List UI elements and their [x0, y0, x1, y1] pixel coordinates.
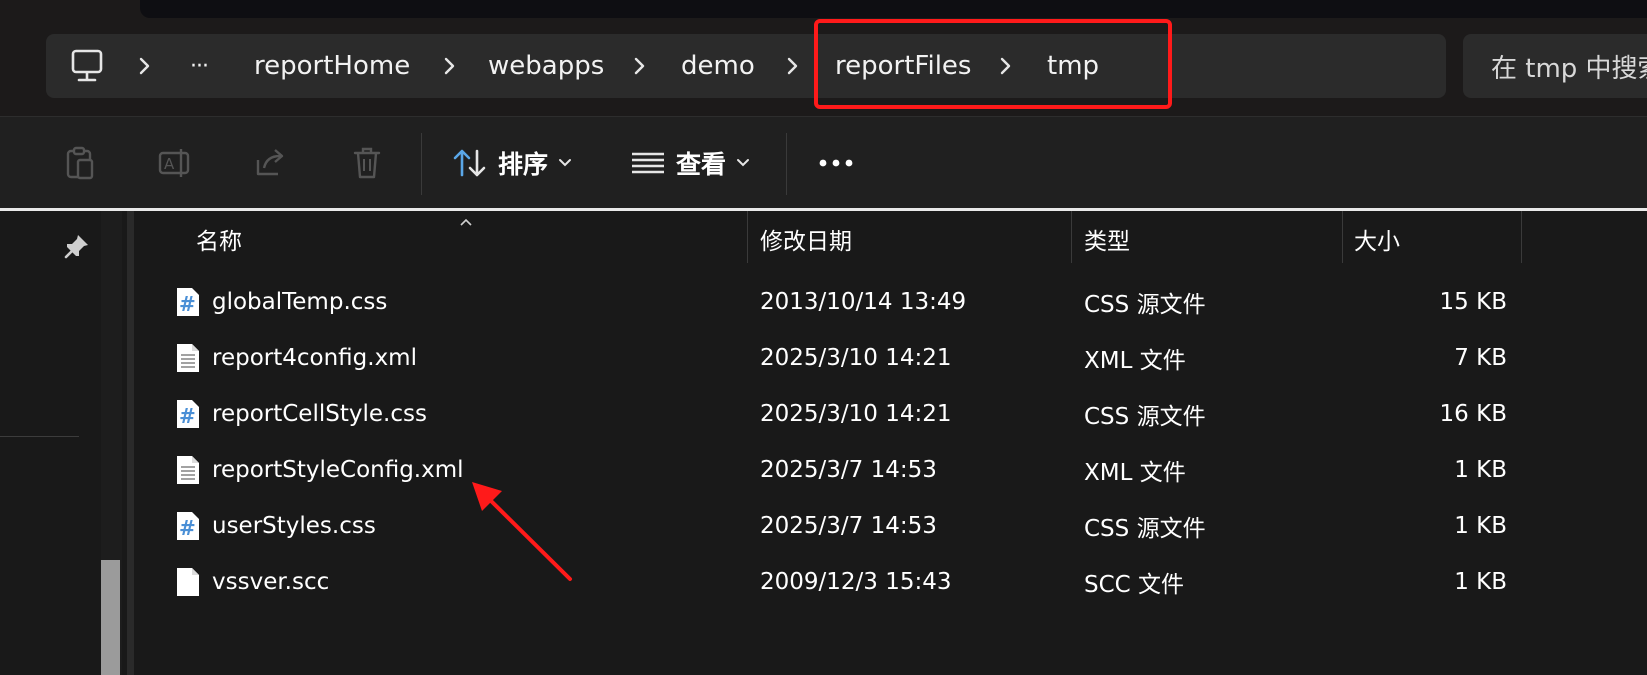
column-divider[interactable] [1071, 211, 1072, 263]
file-name: vssver.scc [212, 569, 330, 595]
css-file-icon: # [175, 287, 201, 317]
xml-file-icon [175, 455, 201, 485]
file-name: userStyles.css [212, 513, 376, 539]
file-row[interactable]: # reportCellStyle.css 2025/3/10 14:21 CS… [175, 386, 1515, 442]
chevron-down-icon [737, 159, 750, 167]
sort-indicator-icon [459, 211, 473, 230]
svg-text:#: # [179, 516, 196, 540]
file-row[interactable]: vssver.scc 2009/12/3 15:43 SCC 文件 1 KB [175, 554, 1515, 610]
file-size: 15 KB [1439, 289, 1507, 315]
breadcrumb-reportfiles[interactable]: reportFiles [835, 34, 971, 98]
breadcrumb-reporthome[interactable]: reportHome [254, 34, 410, 98]
column-divider[interactable] [747, 211, 748, 263]
view-button[interactable]: 查看 [630, 117, 750, 209]
sort-label: 排序 [498, 150, 549, 179]
toolbar-divider [421, 133, 422, 195]
search-input[interactable]: 在 tmp 中搜索 [1463, 34, 1647, 98]
file-name: reportCellStyle.css [212, 401, 427, 427]
file-type: CSS 源文件 [1084, 404, 1206, 430]
xml-file-icon [175, 343, 201, 373]
file-type: CSS 源文件 [1084, 292, 1206, 318]
blank-file-icon [175, 567, 201, 597]
file-size: 16 KB [1439, 401, 1507, 427]
file-type: SCC 文件 [1084, 572, 1185, 598]
annotation-arrow [472, 482, 572, 581]
column-header-size[interactable]: 大小 [1354, 211, 1400, 267]
pane-splitter[interactable] [127, 211, 134, 675]
file-modified: 2025/3/10 14:21 [760, 345, 952, 371]
address-bar[interactable]: ··· reportHome webapps demo reportFiles … [46, 34, 1446, 98]
file-name: report4config.xml [212, 345, 417, 371]
file-size: 1 KB [1454, 457, 1507, 483]
search-placeholder: 在 tmp 中搜索 [1491, 53, 1647, 84]
css-file-icon: # [175, 511, 201, 541]
breadcrumb-tmp[interactable]: tmp [1047, 34, 1099, 98]
file-modified: 2009/12/3 15:43 [760, 569, 952, 595]
file-size: 1 KB [1454, 513, 1507, 539]
css-file-icon: # [175, 399, 201, 429]
column-header-name[interactable]: 名称 [196, 211, 242, 267]
chevron-right-icon[interactable] [632, 34, 646, 98]
this-pc-icon[interactable] [70, 48, 104, 84]
file-modified: 2025/3/7 14:53 [760, 457, 937, 483]
column-divider[interactable] [1521, 211, 1522, 263]
window-title-strip [140, 0, 1647, 18]
file-row[interactable]: reportStyleConfig.xml 2025/3/7 14:53 XML… [175, 442, 1515, 498]
chevron-right-icon[interactable] [137, 34, 151, 98]
chevron-right-icon[interactable] [998, 34, 1012, 98]
file-type: XML 文件 [1084, 348, 1186, 374]
svg-text:#: # [179, 404, 196, 428]
file-modified: 2013/10/14 13:49 [760, 289, 967, 315]
sort-button[interactable]: 排序 [452, 117, 572, 209]
file-type: CSS 源文件 [1084, 516, 1206, 542]
breadcrumb-demo[interactable]: demo [681, 34, 755, 98]
column-header-type[interactable]: 类型 [1084, 211, 1130, 267]
file-type: XML 文件 [1084, 460, 1186, 486]
file-name: globalTemp.css [212, 289, 388, 315]
file-row[interactable]: report4config.xml 2025/3/10 14:21 XML 文件… [175, 330, 1515, 386]
file-size: 7 KB [1454, 345, 1507, 371]
breadcrumb-overflow[interactable]: ··· [190, 34, 209, 98]
file-modified: 2025/3/7 14:53 [760, 513, 937, 539]
command-bar: A 排序 查看 [0, 116, 1647, 209]
file-modified: 2025/3/10 14:21 [760, 401, 952, 427]
file-size: 1 KB [1454, 569, 1507, 595]
column-divider[interactable] [1342, 211, 1343, 263]
column-header-modified[interactable]: 修改日期 [760, 211, 852, 267]
pin-icon[interactable] [64, 233, 90, 263]
nav-scrollbar[interactable] [101, 211, 122, 675]
svg-text:#: # [179, 292, 196, 316]
file-row[interactable]: # userStyles.css 2025/3/7 14:53 CSS 源文件 … [175, 498, 1515, 554]
more-options-button[interactable] [818, 117, 854, 209]
chevron-right-icon[interactable] [442, 34, 456, 98]
file-name: reportStyleConfig.xml [212, 457, 464, 483]
nav-divider [0, 436, 79, 437]
rename-icon[interactable]: A [158, 117, 192, 209]
more-icon [819, 159, 853, 167]
view-label: 查看 [676, 150, 727, 179]
svg-text:A: A [164, 155, 175, 173]
nav-scrollbar-thumb[interactable] [101, 560, 120, 675]
file-row[interactable]: # globalTemp.css 2013/10/14 13:49 CSS 源文… [175, 274, 1515, 330]
share-icon[interactable] [254, 117, 288, 209]
paste-icon[interactable] [64, 117, 96, 209]
view-icon [632, 152, 664, 174]
delete-icon[interactable] [352, 117, 382, 209]
breadcrumb-webapps[interactable]: webapps [488, 34, 604, 98]
chevron-right-icon[interactable] [785, 34, 799, 98]
toolbar-divider [786, 133, 787, 195]
chevron-down-icon [559, 159, 572, 167]
sort-icon [453, 149, 486, 177]
